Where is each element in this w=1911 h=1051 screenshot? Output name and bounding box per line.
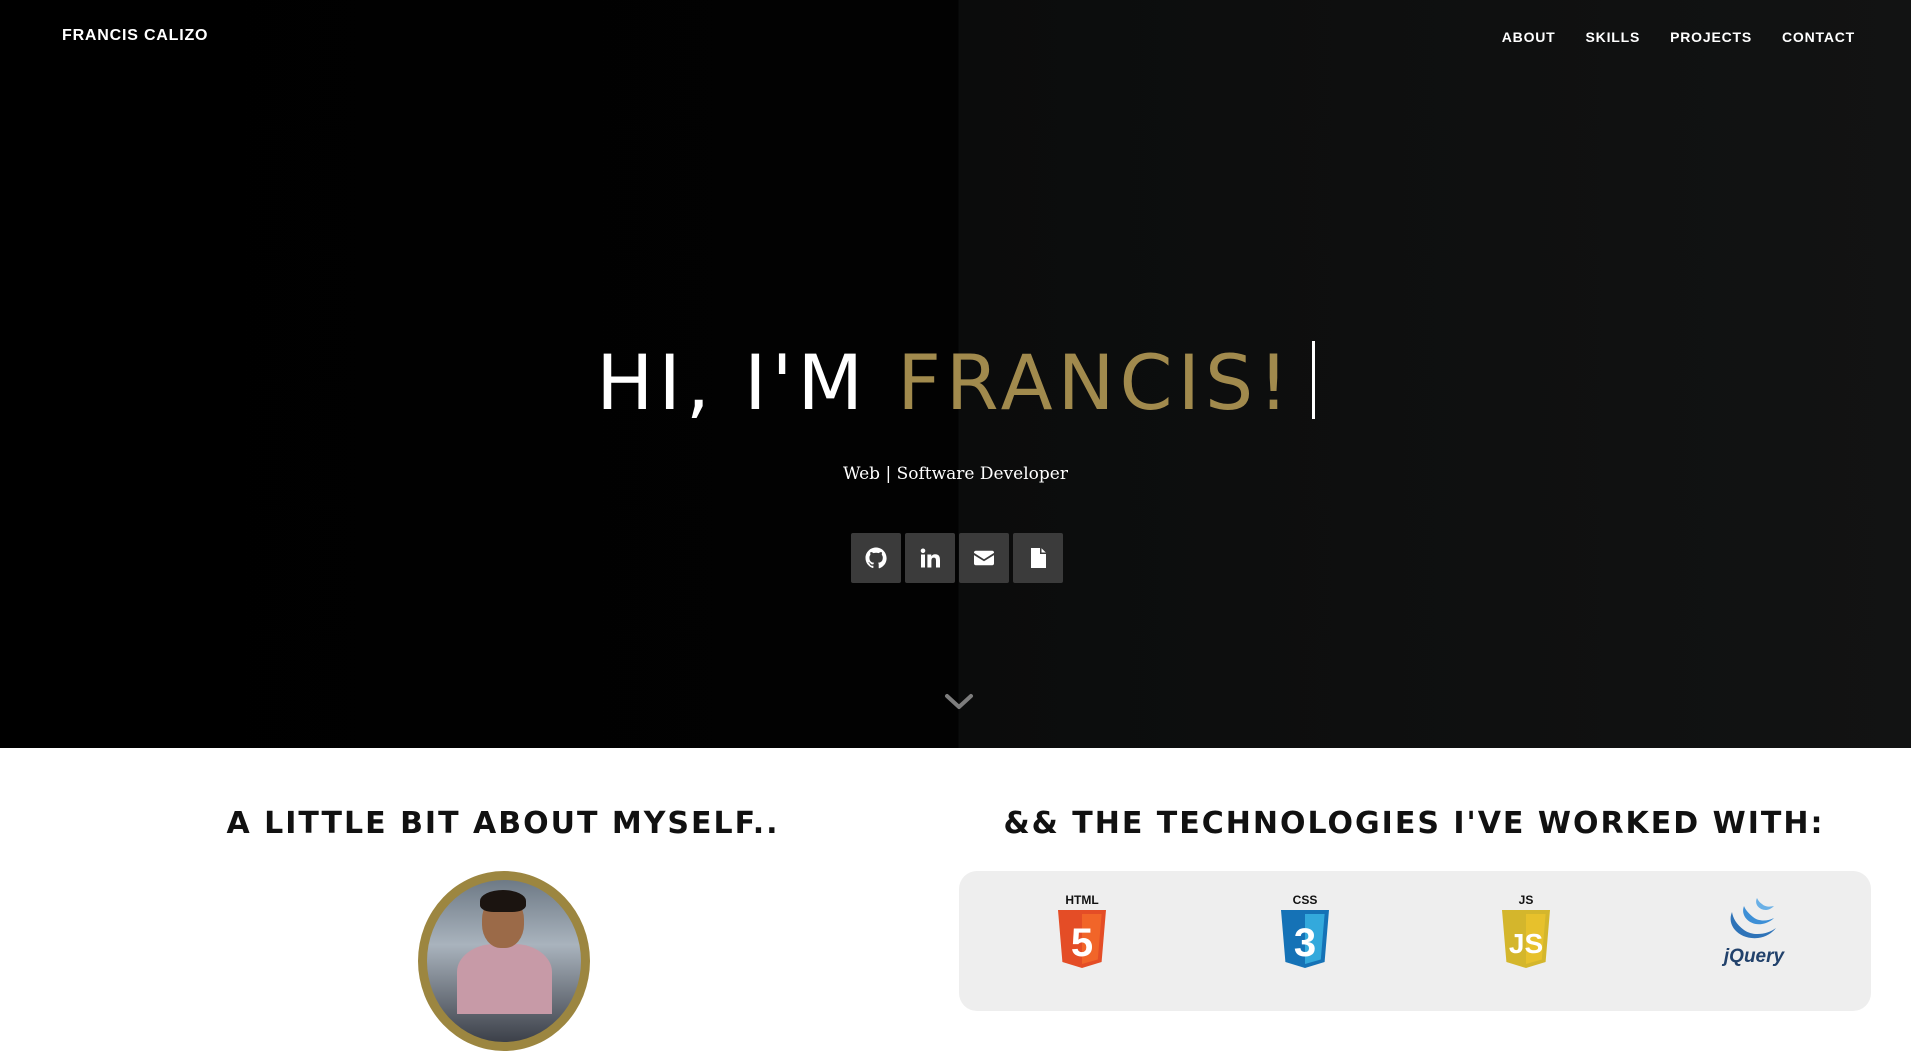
nav-links: ABOUT SKILLS PROJECTS CONTACT	[1502, 29, 1855, 45]
tech-item-html: HTML 5	[1052, 894, 1112, 974]
headline-name: FRANCIS!	[897, 338, 1294, 427]
github-button[interactable]	[851, 533, 901, 583]
document-icon	[1031, 548, 1046, 568]
social-links	[851, 533, 1063, 583]
linkedin-icon	[920, 548, 940, 568]
hero-subtitle: Web | Software Developer	[843, 464, 1068, 484]
resume-button[interactable]	[1013, 533, 1063, 583]
nav-link-about[interactable]: ABOUT	[1502, 29, 1556, 45]
linkedin-button[interactable]	[905, 533, 955, 583]
technologies-panel: HTML 5 CSS 3 JS JS jQuery	[959, 871, 1871, 1011]
technologies-title: && THE TECHNOLOGIES I'VE WORKED WITH:	[1003, 806, 1825, 841]
nav-link-projects[interactable]: PROJECTS	[1670, 29, 1752, 45]
envelope-icon	[974, 550, 994, 566]
nav-link-contact[interactable]: CONTACT	[1782, 29, 1855, 45]
typing-cursor	[1311, 341, 1315, 419]
brand-logo[interactable]: FRANCIS CALIZO	[62, 27, 208, 45]
svg-text:5: 5	[1071, 921, 1093, 965]
hero-section: FRANCIS CALIZO ABOUT SKILLS PROJECTS CON…	[0, 0, 1911, 748]
hero-headline: HI, I'M FRANCIS!	[0, 335, 1911, 431]
javascript-icon: JS	[1502, 910, 1550, 968]
headline-greeting: HI, I'M	[596, 338, 898, 427]
github-icon	[865, 547, 887, 569]
css3-icon: 3	[1281, 910, 1329, 968]
chevron-down-icon[interactable]	[941, 690, 977, 714]
css-label: CSS	[1292, 893, 1318, 907]
nav-link-skills[interactable]: SKILLS	[1586, 29, 1641, 45]
svg-text:3: 3	[1294, 921, 1316, 965]
tech-item-css: CSS 3	[1275, 894, 1335, 974]
svg-text:JS: JS	[1509, 928, 1543, 959]
tech-item-jquery: jQuery	[1714, 894, 1794, 974]
html-label: HTML	[1065, 893, 1099, 907]
jquery-label: jQuery	[1723, 946, 1785, 967]
email-button[interactable]	[959, 533, 1009, 583]
tech-item-js: JS JS	[1496, 894, 1556, 974]
profile-photo	[418, 871, 590, 1051]
about-title: A LITTLE BIT ABOUT MYSELF..	[226, 806, 780, 841]
html5-icon: 5	[1058, 910, 1106, 968]
navbar: FRANCIS CALIZO ABOUT SKILLS PROJECTS CON…	[0, 0, 1911, 76]
jquery-icon	[1730, 898, 1776, 939]
js-label: JS	[1518, 893, 1534, 907]
